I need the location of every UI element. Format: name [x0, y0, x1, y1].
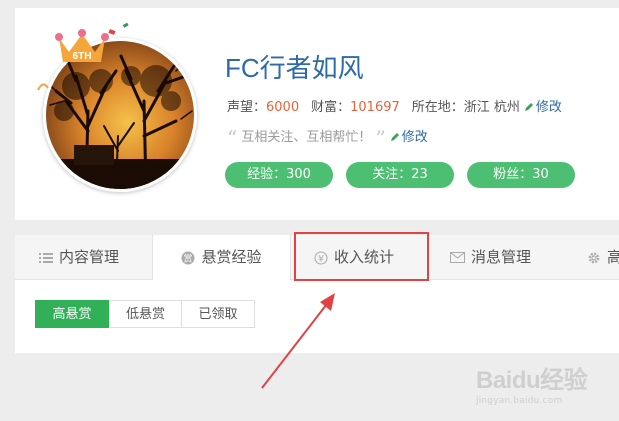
mail-icon: [450, 252, 465, 263]
svg-text:赏: 赏: [184, 252, 193, 264]
fans-pill[interactable]: 粉丝：30: [467, 162, 575, 188]
crown-badge-label: 6TH: [73, 51, 92, 62]
wealth-label: 财富：: [311, 100, 351, 115]
confetti-icon: [108, 22, 129, 35]
profile-motto: “ 互相关注、互相帮忙！ ” 修改: [227, 126, 428, 150]
watermark-logo: Baidu经验: [476, 367, 588, 394]
open-quote-icon: “: [227, 126, 238, 150]
reputation-value: 6000: [266, 100, 300, 115]
filter-high-reward[interactable]: 高悬赏: [35, 300, 109, 328]
wealth-value: 101697: [350, 100, 400, 115]
location-value: 浙江 杭州: [463, 100, 520, 115]
motto-text: 互相关注、互相帮忙！: [241, 130, 372, 145]
tab-message-management[interactable]: 消息管理: [450, 235, 531, 279]
annotation-highlight-box: [294, 232, 429, 281]
filter-low-reward[interactable]: 低悬赏: [109, 300, 182, 328]
profile-name[interactable]: FC行者如风: [225, 48, 364, 85]
annotation-arrow-icon: [261, 293, 335, 389]
confetti-swirl-icon: [37, 83, 49, 91]
watermark-url: jingyan.baidu.com: [476, 396, 563, 406]
tab-label: 悬赏经验: [201, 248, 262, 266]
tab-content-management[interactable]: 内容管理: [39, 235, 119, 279]
close-quote-icon: ”: [375, 126, 386, 150]
location-edit-link[interactable]: 修改: [536, 100, 562, 115]
tab-reward-experience[interactable]: 赏 悬赏经验: [152, 235, 291, 280]
baidu-jingyan-watermark: Baidu经验 jingyan.baidu.com: [476, 360, 588, 406]
location-label: 所在地：: [411, 100, 464, 115]
tab-advanced[interactable]: 高: [587, 235, 619, 279]
following-pill[interactable]: 关注：23: [346, 162, 454, 188]
reputation-label: 声望：: [227, 100, 267, 115]
pencil-icon: [524, 103, 533, 111]
filter-claimed[interactable]: 已领取: [181, 300, 255, 328]
coin-icon: 赏: [181, 251, 195, 264]
avatar-container: 6TH: [37, 22, 197, 192]
gear-icon: [588, 252, 600, 263]
pencil-icon: [390, 133, 399, 141]
tab-label: 内容管理: [59, 248, 120, 266]
tab-label: 高: [607, 248, 619, 266]
experience-pill[interactable]: 经验：300: [225, 162, 333, 188]
profile-stats: 声望：6000 财富：101697 所在地：浙江 杭州 修改: [227, 96, 562, 115]
profile-card: 6TH FC行者如风 声望：6000 财富：101697 所在地：浙江 杭州 修改 “…: [15, 8, 619, 220]
tab-label: 消息管理: [471, 248, 532, 266]
crown-badge-icon: 6TH: [55, 29, 109, 62]
motto-edit-link[interactable]: 修改: [402, 130, 428, 145]
list-icon: [39, 252, 53, 263]
